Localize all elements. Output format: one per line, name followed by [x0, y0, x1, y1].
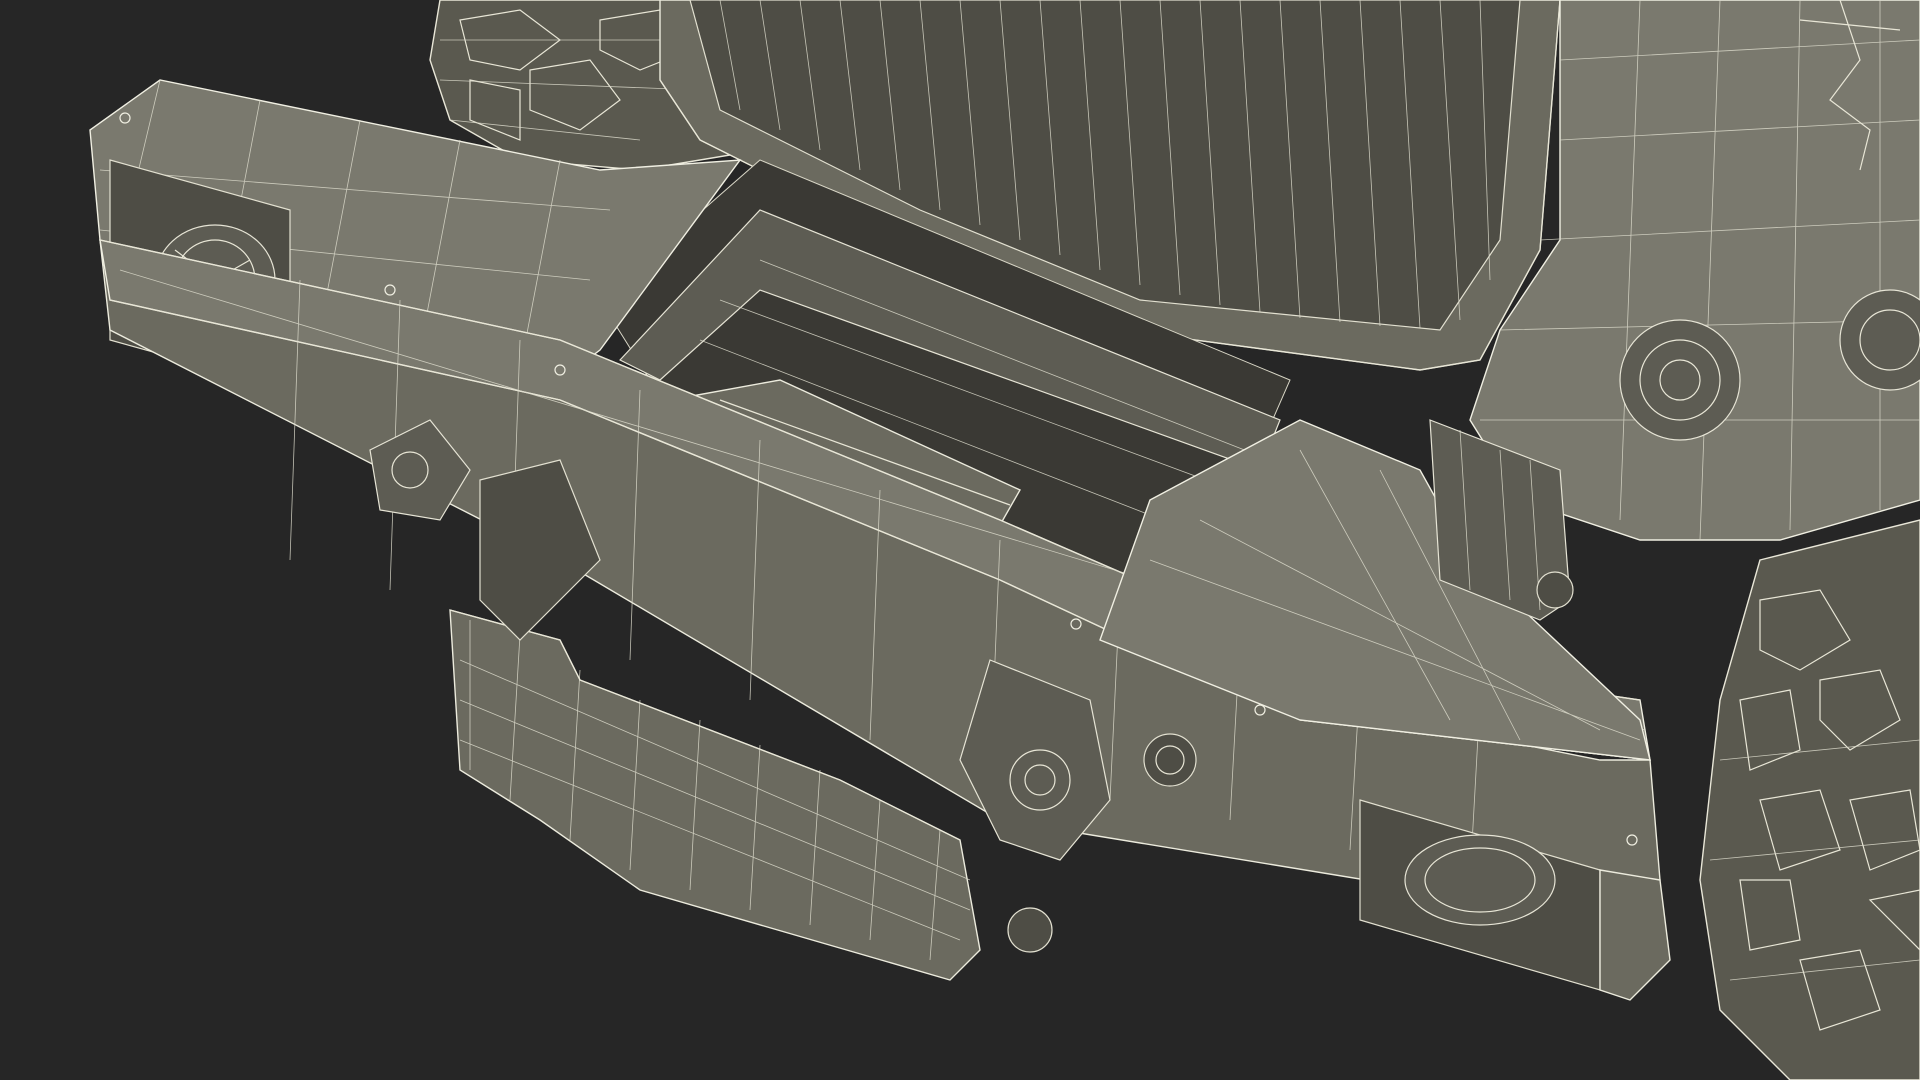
render-viewport [0, 0, 1920, 1080]
wireframe-render [0, 0, 1920, 1080]
